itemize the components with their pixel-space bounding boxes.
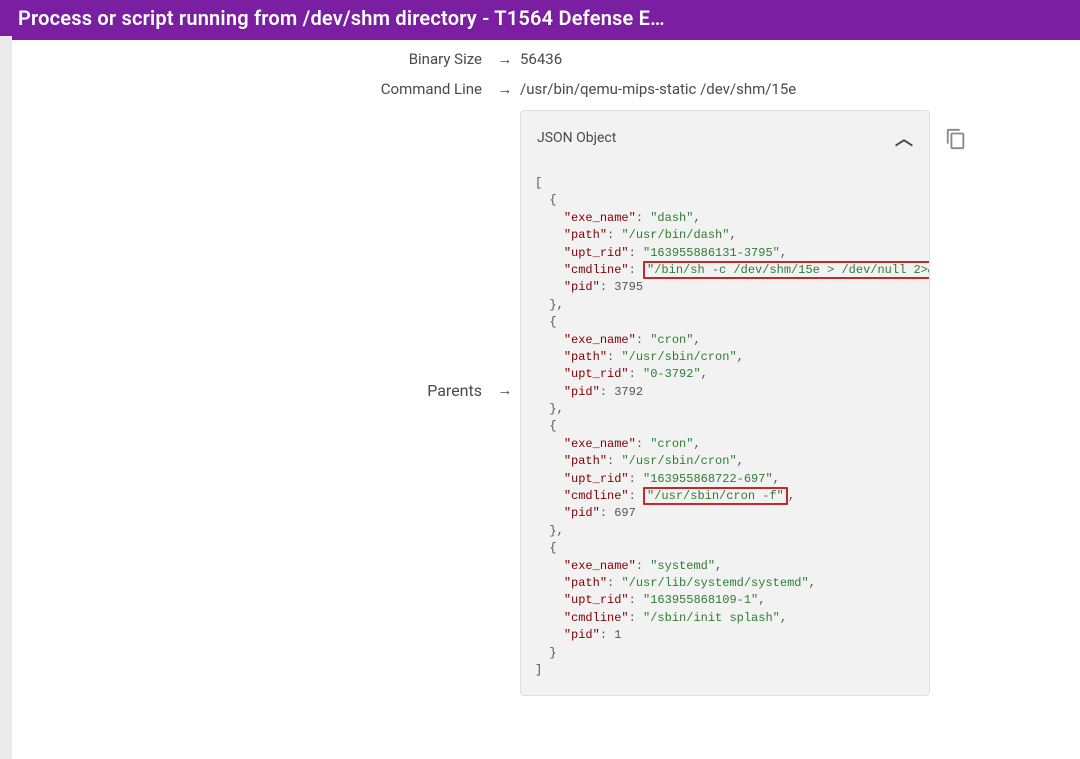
json-object-card: JSON Object ︿ [ { "exe_name": "dash", "p… <box>520 110 930 696</box>
command-line-value: /usr/bin/qemu-mips-static /dev/shm/15e <box>520 80 1060 98</box>
arrow-icon: → <box>490 80 520 98</box>
chevron-up-icon[interactable]: ︿ <box>895 125 913 151</box>
binary-size-label: Binary Size <box>20 50 490 68</box>
json-body: [ { "exe_name": "dash", "path": "/usr/bi… <box>521 165 929 695</box>
page-title: Process or script running from /dev/shm … <box>18 6 665 30</box>
command-line-label: Command Line <box>20 80 490 98</box>
detail-row-binary-size: Binary Size → 56436 <box>20 44 1060 74</box>
detail-row-command-line: Command Line → /usr/bin/qemu-mips-static… <box>20 74 1060 104</box>
json-card-header: JSON Object ︿ <box>521 111 929 165</box>
copy-icon[interactable] <box>945 128 967 150</box>
arrow-icon: → <box>490 110 520 670</box>
binary-size-value: 56436 <box>520 50 1060 68</box>
parents-label-col: Parents <box>20 110 490 670</box>
arrow-icon: → <box>490 50 520 68</box>
left-gutter <box>0 36 12 759</box>
parents-label: Parents <box>427 381 482 400</box>
json-card-title: JSON Object <box>537 130 616 146</box>
page-title-bar: Process or script running from /dev/shm … <box>0 0 1080 40</box>
parents-value-col: JSON Object ︿ [ { "exe_name": "dash", "p… <box>520 110 980 696</box>
